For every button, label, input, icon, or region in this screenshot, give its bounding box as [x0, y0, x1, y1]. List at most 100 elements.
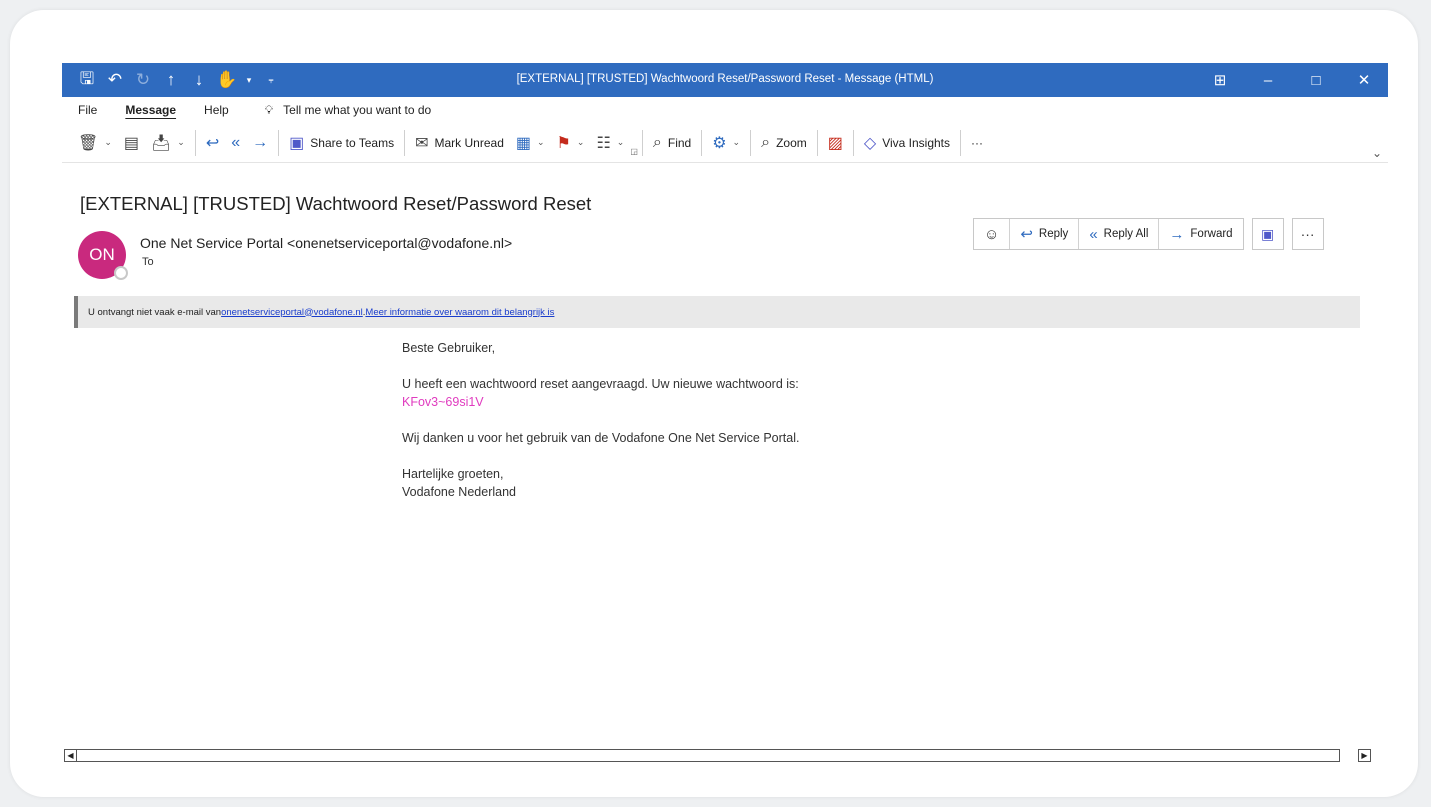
- chevron-down-icon[interactable]: ⌄: [577, 137, 585, 148]
- teams-share-button[interactable]: ▣: [1251, 218, 1284, 250]
- menu-message[interactable]: Message: [125, 103, 176, 117]
- zoom-icon: ⌕: [761, 133, 771, 151]
- body-line: Wij danken u voor het gebruik van de Vod…: [402, 431, 800, 445]
- message-body: Beste Gebruiker, U heeft een wachtwoord …: [402, 339, 799, 501]
- translate-button[interactable]: ⚙ ⌄: [706, 128, 746, 158]
- categorize-icon: ▦: [515, 134, 531, 152]
- window-controls: ⊞ – □ ✕: [1196, 63, 1388, 97]
- maximize-button[interactable]: □: [1292, 63, 1340, 97]
- mark-unread-label: Mark Unread: [434, 135, 504, 150]
- reply-all-icon: «: [231, 133, 241, 151]
- forward-icon: →: [252, 133, 269, 151]
- ribbon-separator: [278, 129, 280, 156]
- rules-button[interactable]: ☷ ⌄: [590, 128, 630, 158]
- viva-insights-button[interactable]: ◇ Viva Insights: [858, 128, 956, 158]
- ribbon-display-options-icon[interactable]: ⊞: [1196, 63, 1244, 97]
- chevron-down-icon[interactable]: ⌄: [617, 137, 625, 148]
- down-arrow-icon[interactable]: ↓: [186, 67, 212, 93]
- zoom-button[interactable]: ⌕ Zoom: [755, 128, 813, 158]
- info-bar: U ontvangt niet vaak e-mail van onenetse…: [74, 296, 1360, 328]
- ribbon-separator: [404, 129, 406, 156]
- close-button[interactable]: ✕: [1340, 63, 1388, 97]
- chevron-down-icon[interactable]: ⌄: [733, 137, 741, 148]
- more-icon: ···: [971, 135, 984, 150]
- rules-icon: ☷: [596, 134, 611, 152]
- menu-file[interactable]: File: [78, 103, 97, 117]
- move-icon: 📥︎: [150, 134, 172, 152]
- smiley-icon: ☺: [984, 225, 1000, 243]
- mark-unread-button[interactable]: ✉ Mark Unread: [409, 128, 510, 158]
- message-actions: ☺ ↩ Reply « Reply All → Forward ▣ ···: [973, 218, 1324, 250]
- save-icon[interactable]: 🖫: [74, 67, 100, 93]
- presence-indicator: [114, 266, 128, 280]
- body-line: U heeft een wachtwoord reset aangevraagd…: [402, 377, 799, 391]
- horizontal-scrollbar[interactable]: ◀ ▶: [64, 749, 1384, 762]
- more-actions-button[interactable]: ···: [1291, 218, 1324, 250]
- expand-ribbon-icon[interactable]: ⌄: [1372, 146, 1382, 160]
- new-password: KFov3~69si1V: [402, 395, 484, 409]
- undo-icon[interactable]: ↶: [102, 67, 128, 93]
- ribbon: 🗑︎ ⌄ ▤ 📥︎ ⌄ ↩ « → ▣ Share to Teams ✉ Mar…: [62, 123, 1388, 163]
- chevron-down-icon[interactable]: ⌄: [177, 137, 185, 148]
- forward-label: Forward: [1190, 228, 1233, 240]
- reply-label: Reply: [1038, 228, 1069, 240]
- categorize-button[interactable]: ▦ ⌄: [510, 128, 551, 158]
- dialog-launcher-icon[interactable]: ◲: [630, 147, 638, 156]
- ribbon-separator: [960, 129, 962, 156]
- screenshot-card: 🖫 ↶ ↻ ↑ ↓ ✋ ▾ ⫧ [EXTERNAL] [TRUSTED] Wac…: [10, 10, 1418, 797]
- action-group: ☺ ↩ Reply « Reply All → Forward: [973, 218, 1244, 250]
- customize-icon[interactable]: ⫧: [258, 67, 284, 93]
- closing: Hartelijke groeten,: [402, 467, 504, 481]
- move-button[interactable]: 📥︎ ⌄: [145, 128, 191, 158]
- find-label: Find: [667, 135, 692, 150]
- greeting: Beste Gebruiker,: [402, 341, 496, 355]
- archive-button[interactable]: ▤: [118, 128, 145, 158]
- ribbon-separator: [701, 129, 703, 156]
- ribbon-separator: [816, 129, 818, 156]
- ribbon-separator: [641, 129, 643, 156]
- follow-up-button[interactable]: ⚑ ⌄: [551, 128, 591, 158]
- scroll-track[interactable]: [77, 749, 1340, 762]
- reply-ribbon-button[interactable]: ↩: [200, 128, 225, 158]
- menu-help[interactable]: Help: [204, 103, 229, 117]
- chevron-down-icon[interactable]: ⌄: [104, 137, 112, 148]
- more-ribbon-button[interactable]: ···: [965, 128, 989, 158]
- redo-icon[interactable]: ↻: [130, 67, 156, 93]
- teams-icon: ▣: [1260, 225, 1275, 242]
- reply-button[interactable]: ↩ Reply: [1010, 219, 1080, 249]
- emoji-reaction-button[interactable]: ☺: [974, 219, 1011, 249]
- minimize-button[interactable]: –: [1244, 63, 1292, 97]
- reply-all-button[interactable]: « Reply All: [1079, 219, 1160, 249]
- lightbulb-icon: 💡︎: [264, 102, 274, 117]
- office-addin-button[interactable]: ▨: [822, 128, 849, 158]
- scroll-left-icon[interactable]: ◀: [64, 749, 77, 762]
- up-arrow-icon[interactable]: ↑: [158, 67, 184, 93]
- reply-icon: ↩: [1020, 226, 1033, 243]
- forward-ribbon-button[interactable]: →: [246, 128, 274, 158]
- forward-button[interactable]: → Forward: [1159, 219, 1242, 249]
- reply-all-icon: «: [1089, 225, 1098, 243]
- find-button[interactable]: ⌕ Find: [647, 128, 697, 158]
- tell-me-search[interactable]: 💡︎ Tell me what you want to do: [265, 103, 431, 118]
- office-addin-icon: ▨: [827, 134, 843, 152]
- teams-icon: ▣: [289, 134, 305, 152]
- menu-bar: File Message Help 💡︎ Tell me what you wa…: [62, 97, 1388, 123]
- search-icon: ⌕: [652, 133, 662, 151]
- learn-more-link[interactable]: Meer informatie over waarom dit belangri…: [365, 307, 554, 318]
- message-subject: [EXTERNAL] [TRUSTED] Wachtwoord Reset/Pa…: [80, 193, 592, 214]
- reply-icon: ↩: [205, 134, 220, 152]
- ribbon-separator: [194, 129, 196, 156]
- outlook-message-window: 🖫 ↶ ↻ ↑ ↓ ✋ ▾ ⫧ [EXTERNAL] [TRUSTED] Wac…: [62, 63, 1388, 763]
- scroll-right-icon[interactable]: ▶: [1358, 749, 1371, 762]
- delete-button[interactable]: 🗑︎ ⌄: [72, 128, 118, 158]
- archive-icon: ▤: [123, 134, 139, 152]
- share-to-teams-button[interactable]: ▣ Share to Teams: [283, 128, 400, 158]
- sender-email-link[interactable]: onenetserviceportal@vodafone.nl: [221, 307, 363, 318]
- sender-name[interactable]: One Net Service Portal <onenetservicepor…: [140, 235, 512, 251]
- chevron-down-icon[interactable]: ⌄: [537, 137, 545, 148]
- reply-all-ribbon-button[interactable]: «: [225, 128, 246, 158]
- title-bar: 🖫 ↶ ↻ ↑ ↓ ✋ ▾ ⫧ [EXTERNAL] [TRUSTED] Wac…: [62, 63, 1388, 97]
- reply-all-label: Reply All: [1103, 228, 1149, 240]
- viva-insights-label: Viva Insights: [882, 135, 951, 150]
- avatar-initials: ON: [89, 245, 115, 264]
